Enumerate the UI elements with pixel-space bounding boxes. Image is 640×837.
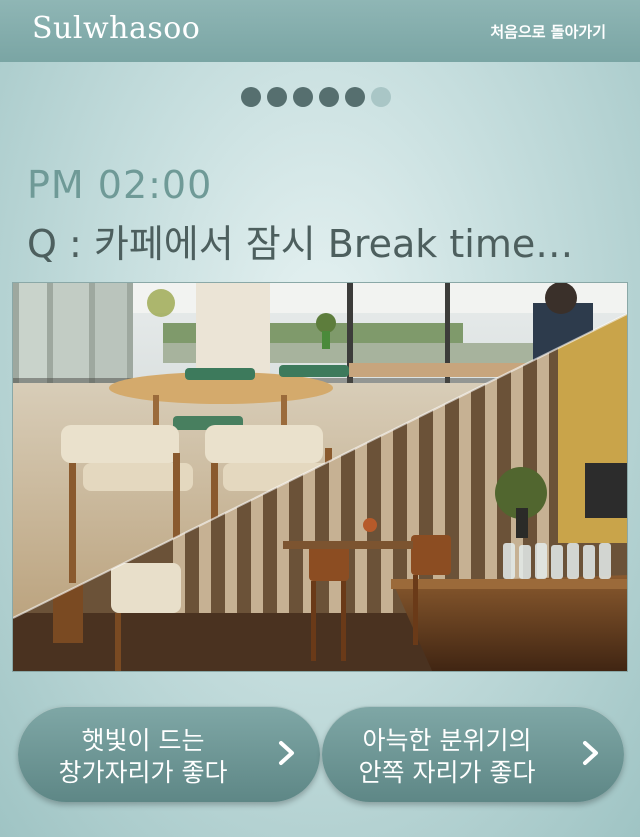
choice-label: 햇빛이 드는 창가자리가 좋다 (58, 726, 228, 787)
choice-label: 아늑한 분위기의 안쪽 자리가 좋다 (358, 726, 536, 787)
chevron-right-icon (279, 741, 294, 765)
cafe-split-photo (13, 283, 627, 671)
chevron-right-icon (583, 741, 598, 765)
header-bar: Sulwhasoo 처음으로 돌아가기 (0, 0, 640, 62)
progress-dot (319, 87, 339, 107)
progress-dot (241, 87, 261, 107)
question-text: Q : 카페에서 잠시 Break time… (27, 222, 574, 266)
progress-dot (267, 87, 287, 107)
progress-dot (293, 87, 313, 107)
choice-inner-seat-button[interactable]: 아늑한 분위기의 안쪽 자리가 좋다 (322, 706, 624, 802)
question-time: PM 02:00 (27, 163, 213, 207)
progress-dot (345, 87, 365, 107)
back-to-start-link[interactable]: 처음으로 돌아가기 (490, 21, 606, 42)
cafe-photo (12, 282, 628, 672)
brand-logo: Sulwhasoo (32, 11, 201, 46)
progress-dots (241, 87, 391, 107)
progress-dot (371, 87, 391, 107)
choice-window-seat-button[interactable]: 햇빛이 드는 창가자리가 좋다 (18, 706, 320, 802)
